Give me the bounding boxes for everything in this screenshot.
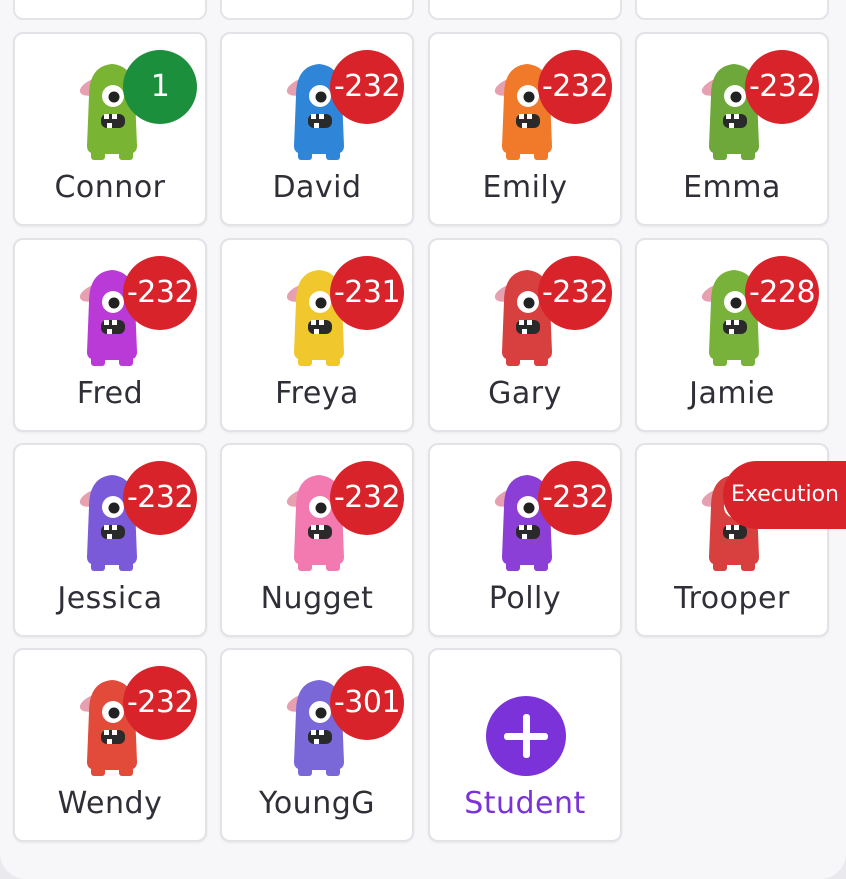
student-name: Jamie bbox=[689, 376, 775, 411]
points-badge: -301 bbox=[330, 666, 404, 740]
points-badge: -232 bbox=[538, 461, 612, 535]
points-badge: -232 bbox=[123, 666, 197, 740]
student-name: Jessica bbox=[57, 581, 163, 616]
student-name: Emma bbox=[683, 170, 781, 205]
points-badge: -231 bbox=[330, 256, 404, 330]
student-card[interactable]: 1 Connor bbox=[13, 32, 207, 226]
student-card[interactable]: -232 Fred bbox=[13, 238, 207, 432]
student-name: Polly bbox=[488, 581, 562, 616]
student-card[interactable]: -232 Gary bbox=[428, 238, 622, 432]
plus-icon bbox=[486, 696, 566, 776]
student-name: Freya bbox=[275, 376, 359, 411]
student-card[interactable]: -232 Nugget bbox=[220, 443, 414, 637]
student-card[interactable]: -232 Emma bbox=[635, 32, 829, 226]
student-grid-panel: 1 Connor -232 David -232 Emily -232 Emma… bbox=[0, 0, 846, 879]
points-badge: 1 bbox=[123, 50, 197, 124]
execution-badge: Execution bbox=[723, 461, 846, 529]
points-badge: -232 bbox=[745, 50, 819, 124]
student-name: Wendy bbox=[57, 786, 163, 821]
student-grid: 1 Connor -232 David -232 Emily -232 Emma… bbox=[0, 0, 846, 879]
student-name: David bbox=[272, 170, 362, 205]
student-name: Gary bbox=[488, 376, 562, 411]
student-card[interactable]: -301 YoungG bbox=[220, 648, 414, 842]
points-badge: -232 bbox=[538, 50, 612, 124]
points-badge: -232 bbox=[538, 256, 612, 330]
student-card[interactable]: -228 Jamie bbox=[635, 238, 829, 432]
student-name: Fred bbox=[76, 376, 144, 411]
points-badge: -232 bbox=[330, 461, 404, 535]
student-name: Trooper bbox=[674, 581, 790, 616]
add-student-label: Student bbox=[464, 786, 586, 821]
points-badge: -228 bbox=[745, 256, 819, 330]
student-name: Connor bbox=[54, 170, 166, 205]
points-badge: -232 bbox=[123, 461, 197, 535]
student-card[interactable]: -232 David bbox=[220, 32, 414, 226]
student-name: Nugget bbox=[260, 581, 374, 616]
student-card[interactable]: -232 Emily bbox=[428, 32, 622, 226]
points-badge: -232 bbox=[330, 50, 404, 124]
points-badge: -232 bbox=[123, 256, 197, 330]
student-card[interactable]: -232 Polly bbox=[428, 443, 622, 637]
student-name: YoungG bbox=[258, 786, 375, 821]
student-name: Emily bbox=[482, 170, 568, 205]
student-card[interactable]: Execution Trooper bbox=[635, 443, 846, 637]
student-card[interactable]: -232 Jessica bbox=[13, 443, 207, 637]
add-student-button[interactable]: Student bbox=[428, 648, 622, 842]
student-card[interactable]: -231 Freya bbox=[220, 238, 414, 432]
student-card[interactable]: -232 Wendy bbox=[13, 648, 207, 842]
